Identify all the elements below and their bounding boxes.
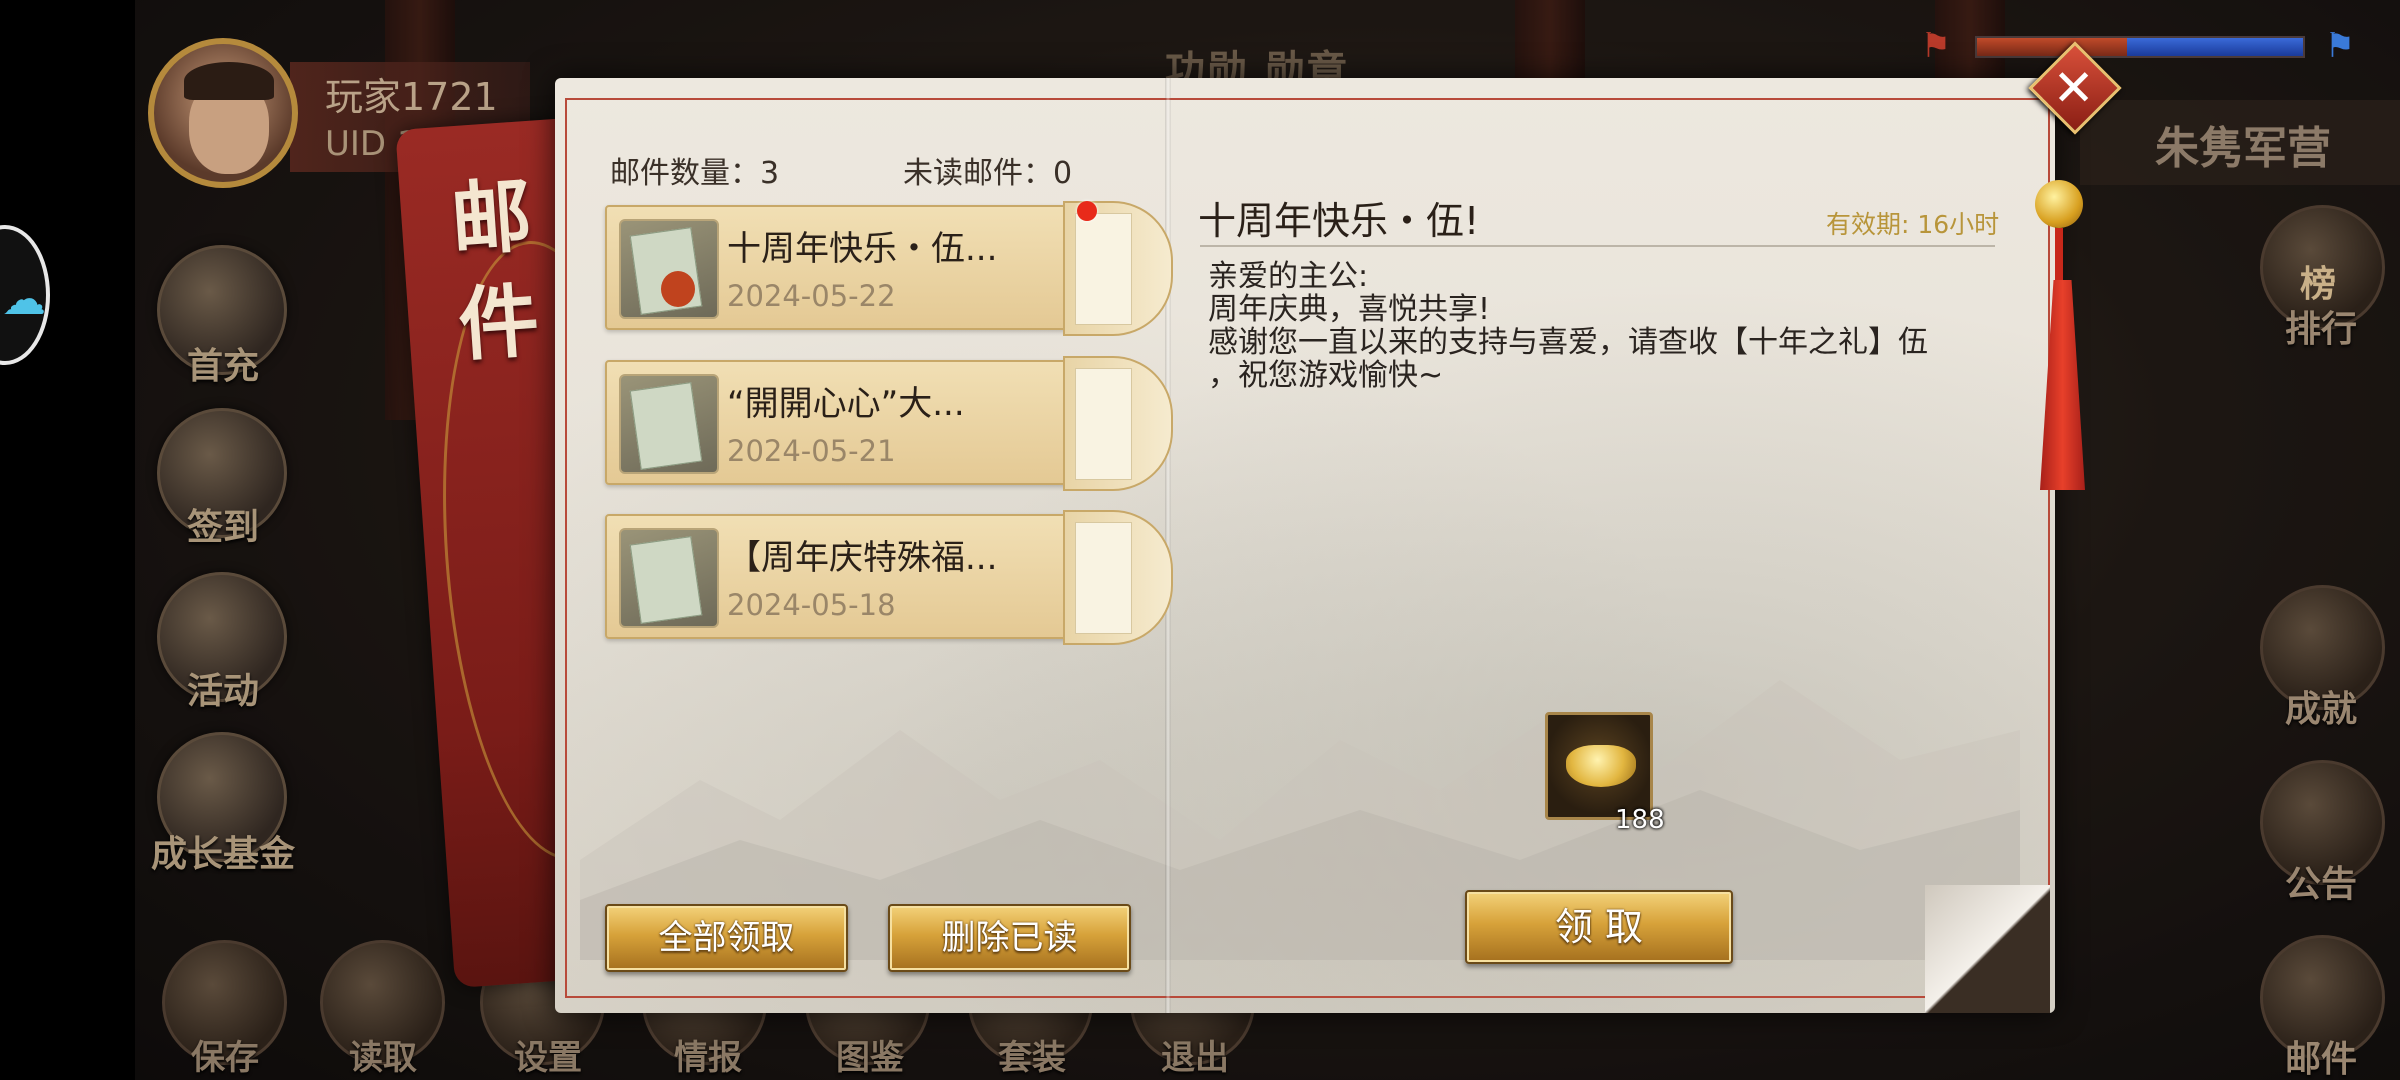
claim-all-button[interactable]: 全部领取 — [605, 904, 848, 972]
mail-list-item[interactable]: 【周年庆特殊福... 2024-05-18 — [605, 510, 1173, 645]
mail-body-line: 亲爱的主公: — [1208, 259, 1369, 294]
blue-faction-flag-icon: ⚑ — [2324, 26, 2356, 66]
mail-date: 2024-05-18 — [727, 588, 896, 622]
settings-label: 设置 — [514, 1038, 582, 1078]
mail-paper — [629, 536, 703, 624]
save-label: 保存 — [191, 1038, 259, 1078]
blue-faction-fill — [2126, 38, 2303, 56]
red-faction-flag-icon: ⚑ — [1920, 26, 1952, 66]
codex-label: 图鉴 — [836, 1038, 904, 1078]
reward-count: 188 — [1615, 805, 1665, 835]
activity-label: 活动 — [186, 671, 259, 712]
mail-title: 【周年庆特殊福... — [727, 538, 998, 578]
mail-date: 2024-05-22 — [727, 279, 896, 313]
achievement-label: 成就 — [2285, 689, 2358, 730]
intel-label: 情报 — [674, 1038, 742, 1078]
scroll-end-decoration — [1063, 201, 1173, 336]
mail-detail-title: 十周年快乐・伍! — [1198, 199, 1480, 243]
load-label: 读取 — [349, 1038, 417, 1078]
mail-body-line: ，祝您游戏愉快~ — [1208, 358, 1444, 393]
mail-body: 亲爱的主公: 周年庆典，喜悦共享! 感谢您一直以来的支持与喜爱，请查收【十年之礼… — [1208, 260, 2008, 392]
equipment-set-label: 套装 — [998, 1038, 1066, 1078]
jade-knot-icon — [2035, 180, 2083, 228]
red-faction-fill — [1977, 38, 2127, 56]
mail-list-item[interactable]: “開開心心”大... 2024-05-21 — [605, 356, 1173, 491]
page-curl-decoration — [1925, 885, 2050, 1013]
mail-body-line: 感谢您一直以来的支持与喜爱，请查收【十年之礼】伍 — [1208, 325, 1928, 360]
close-icon: ✕ — [2052, 58, 2095, 117]
faction-balance-bar — [1975, 36, 2305, 58]
gift-mail-icon — [619, 219, 719, 319]
avatar-hat — [184, 62, 274, 100]
unread-count: 未读邮件：0 — [903, 156, 1073, 191]
unread-dot-icon — [1077, 201, 1097, 221]
letter-mail-icon — [619, 374, 719, 474]
mail-date: 2024-05-21 — [727, 434, 896, 468]
assistant-icon: ☁ — [2, 274, 46, 325]
mail-body-line: 周年庆典，喜悦共享! — [1208, 292, 1491, 327]
first-recharge-label: 首充 — [186, 346, 259, 387]
player-name: 玩家1721 — [325, 75, 498, 119]
exit-label: 退出 — [1161, 1038, 1229, 1078]
camp-label: 朱隽军营 — [2155, 123, 2331, 174]
sign-in-label: 签到 — [186, 507, 259, 548]
floating-assistant-button[interactable]: ☁ — [0, 225, 50, 365]
mail-title: 十周年快乐・伍... — [727, 229, 998, 269]
delete-read-button[interactable]: 删除已读 — [888, 904, 1131, 972]
title-divider — [1200, 245, 1995, 247]
tassel-cord — [2055, 228, 2063, 288]
mail-title: “開開心心”大... — [727, 384, 965, 424]
mail-menu-label: 邮件 — [2285, 1039, 2358, 1080]
gold-ingot-icon — [1566, 745, 1636, 787]
ranking-label: 排行 — [2285, 309, 2358, 350]
player-avatar[interactable] — [148, 38, 298, 188]
claim-button[interactable]: 领 取 — [1465, 890, 1733, 964]
announcement-label: 公告 — [2285, 864, 2358, 905]
letter-mail-icon — [619, 528, 719, 628]
mail-expiry: 有效期: 16小时 — [1826, 210, 2000, 239]
mail-cover-title: 邮件 — [448, 168, 542, 373]
mail-count: 邮件数量：3 — [610, 156, 780, 191]
mail-paper — [629, 382, 703, 470]
scroll-end-decoration — [1063, 510, 1173, 645]
reward-item[interactable] — [1545, 712, 1653, 820]
growth-fund-label: 成长基金 — [150, 834, 295, 875]
gift-bag — [661, 271, 695, 307]
mail-list-item[interactable]: 十周年快乐・伍... 2024-05-22 — [605, 201, 1173, 336]
scroll-end-decoration — [1063, 356, 1173, 491]
